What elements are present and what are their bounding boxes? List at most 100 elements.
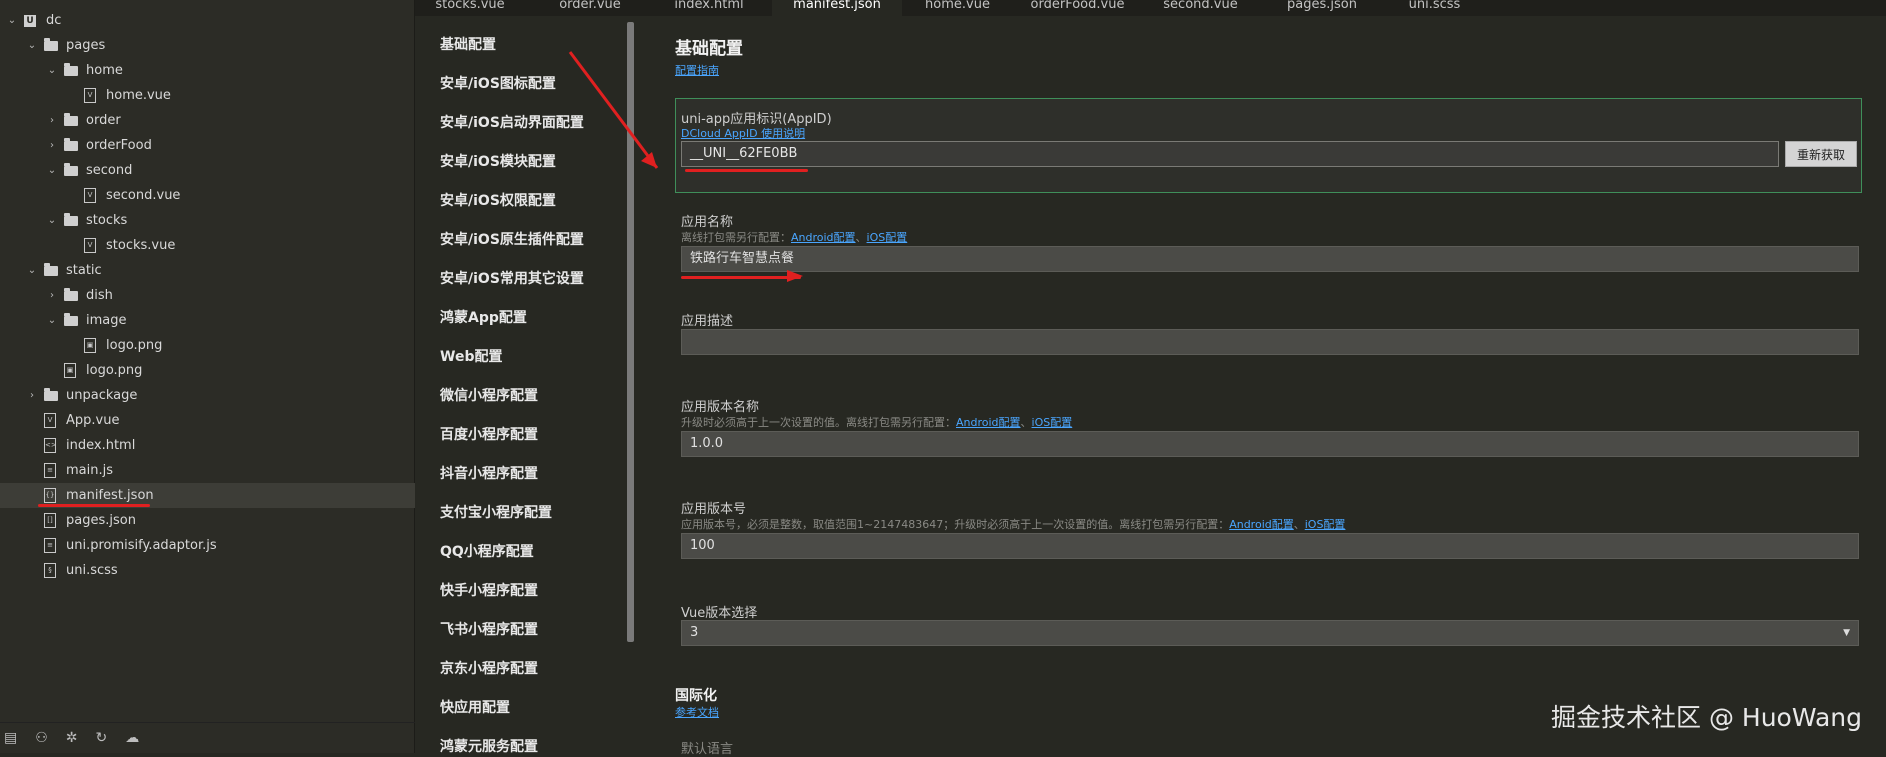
- vue-file-icon: V: [44, 413, 56, 428]
- version-code-ios-link[interactable]: iOS配置: [1305, 518, 1346, 531]
- chevron-right-icon[interactable]: ›: [46, 290, 58, 301]
- chevron-down-icon[interactable]: ⌄: [6, 15, 18, 26]
- tree-item[interactable]: ›Vhome.vue: [0, 83, 480, 108]
- folder-icon: [44, 37, 58, 51]
- tree-item[interactable]: ›≡uni.promisify.adaptor.js: [0, 533, 440, 558]
- extensions-icon[interactable]: ⚇: [35, 730, 48, 746]
- category-item[interactable]: 安卓/iOS模块配置: [440, 151, 556, 171]
- version-name-android-link[interactable]: Android配置: [956, 416, 1021, 429]
- chevron-down-icon[interactable]: ⌄: [26, 265, 38, 276]
- category-item[interactable]: 快手小程序配置: [440, 580, 538, 600]
- tab-manifest-json[interactable]: manifest.json: [772, 0, 902, 16]
- cloud-icon[interactable]: ☁: [125, 730, 139, 746]
- tree-item[interactable]: ›▣logo.png: [0, 358, 460, 383]
- tree-item[interactable]: ⌄ pages: [0, 33, 440, 58]
- category-menu-scrollbar[interactable]: [627, 22, 634, 642]
- tree-item[interactable]: ⌄ static: [0, 258, 440, 283]
- tree-item[interactable]: ⌄ Udc: [0, 8, 420, 33]
- js-file-icon: ≡: [44, 463, 56, 478]
- version-name-input[interactable]: 1.0.0: [681, 431, 1859, 457]
- tree-item-label: static: [66, 263, 102, 278]
- tree-item[interactable]: ›§uni.scss: [0, 558, 440, 583]
- chevron-right-icon[interactable]: ›: [26, 390, 38, 401]
- tab-home-vue[interactable]: home.vue: [905, 0, 1010, 16]
- appid-input[interactable]: __UNI__62FE0BB: [681, 141, 1779, 167]
- tree-item-label: second.vue: [106, 188, 181, 203]
- guide-link[interactable]: 配置指南: [675, 62, 719, 78]
- folder-icon: [64, 112, 78, 126]
- category-item[interactable]: 鸿蒙App配置: [440, 307, 527, 327]
- version-code-input[interactable]: 100: [681, 533, 1859, 559]
- file-explorer: ⌄ Udc ⌄ pages ⌄ home › Vhome.vue › order › orderFoo…: [0, 0, 440, 753]
- vue-file-icon: V: [84, 238, 96, 253]
- category-item[interactable]: 百度小程序配置: [440, 424, 538, 444]
- tab-pages-json[interactable]: pages.json: [1267, 0, 1377, 16]
- tree-item[interactable]: › order: [0, 108, 460, 133]
- tree-item[interactable]: ⌄ stocks: [0, 208, 460, 233]
- files-icon[interactable]: ▤: [4, 730, 17, 746]
- category-item[interactable]: 飞书小程序配置: [440, 619, 538, 639]
- category-item[interactable]: 安卓/iOS常用其它设置: [440, 268, 584, 288]
- appid-help-link[interactable]: DCloud AppID 使用说明: [681, 125, 805, 141]
- app-name-android-link[interactable]: Android配置: [791, 231, 856, 244]
- category-item[interactable]: 快应用配置: [440, 697, 510, 717]
- manifest-category-menu: 基础配置 安卓/iOS图标配置 安卓/iOS启动界面配置 安卓/iOS模块配置 安卓/i…: [415, 20, 627, 753]
- category-item[interactable]: QQ小程序配置: [440, 541, 534, 561]
- refetch-appid-button[interactable]: 重新获取: [1785, 141, 1857, 167]
- debug-icon[interactable]: ✲: [66, 730, 78, 746]
- category-item[interactable]: Web配置: [440, 346, 502, 366]
- app-desc-input[interactable]: [681, 329, 1859, 355]
- tree-item[interactable]: ›VApp.vue: [0, 408, 440, 433]
- tree-item[interactable]: › dish: [0, 283, 460, 308]
- tree-item[interactable]: › unpackage: [0, 383, 440, 408]
- app-name-ios-link[interactable]: iOS配置: [867, 231, 908, 244]
- source-control-icon[interactable]: ↻: [96, 730, 108, 746]
- tree-item-label: stocks: [86, 213, 128, 228]
- category-item[interactable]: 安卓/iOS图标配置: [440, 73, 556, 93]
- js-file-icon: ≡: [44, 538, 56, 553]
- version-code-android-link[interactable]: Android配置: [1229, 518, 1294, 531]
- tree-item[interactable]: › orderFood: [0, 133, 460, 158]
- tab-order-vue[interactable]: order.vue: [535, 0, 645, 16]
- tree-item-label: logo.png: [86, 363, 143, 378]
- tree-item[interactable]: ›<>index.html: [0, 433, 440, 458]
- category-item[interactable]: 抖音小程序配置: [440, 463, 538, 483]
- chevron-right-icon[interactable]: ›: [46, 140, 58, 151]
- tree-item[interactable]: ›[]pages.json: [0, 508, 440, 533]
- tree-item[interactable]: ⌄ second: [0, 158, 460, 183]
- tree-item[interactable]: ⌄ image: [0, 308, 460, 333]
- category-item[interactable]: 安卓/iOS启动界面配置: [440, 112, 584, 132]
- tree-item-label: home: [86, 63, 123, 78]
- category-item[interactable]: 基础配置: [440, 34, 496, 54]
- category-item[interactable]: 微信小程序配置: [440, 385, 538, 405]
- chevron-down-icon[interactable]: ⌄: [46, 65, 58, 76]
- i18n-doc-link[interactable]: 参考文档: [675, 704, 719, 720]
- tab-index-html[interactable]: index.html: [654, 0, 764, 16]
- category-item[interactable]: 安卓/iOS原生插件配置: [440, 229, 584, 249]
- chevron-down-icon[interactable]: ⌄: [26, 40, 38, 51]
- tree-item[interactable]: ›Vsecond.vue: [0, 183, 480, 208]
- category-item[interactable]: 京东小程序配置: [440, 658, 538, 678]
- version-name-ios-link[interactable]: iOS配置: [1032, 416, 1073, 429]
- chevron-down-icon[interactable]: ⌄: [46, 165, 58, 176]
- app-name-input[interactable]: 铁路行车智慧点餐: [681, 246, 1859, 272]
- tab-stocks-vue[interactable]: stocks.vue: [415, 0, 525, 16]
- app-desc-label: 应用描述: [681, 314, 734, 329]
- tab-orderFood-vue[interactable]: orderFood.vue: [1020, 0, 1135, 16]
- category-item[interactable]: 鸿蒙元服务配置: [440, 736, 538, 753]
- tree-item-label: dish: [86, 288, 113, 303]
- category-item[interactable]: 支付宝小程序配置: [440, 502, 552, 522]
- chevron-down-icon[interactable]: ⌄: [46, 215, 58, 226]
- tab-second-vue[interactable]: second.vue: [1143, 0, 1258, 16]
- tab-uni-scss[interactable]: uni.scss: [1387, 0, 1482, 16]
- tree-item-label: manifest.json: [66, 488, 154, 503]
- folder-icon: [64, 212, 78, 226]
- chevron-down-icon[interactable]: ⌄: [46, 315, 58, 326]
- chevron-right-icon[interactable]: ›: [46, 115, 58, 126]
- tree-item[interactable]: ›≡main.js: [0, 458, 440, 483]
- tree-item[interactable]: ›▣logo.png: [0, 333, 480, 358]
- vue-version-select[interactable]: 3 ▼: [681, 620, 1859, 646]
- tree-item[interactable]: ›Vstocks.vue: [0, 233, 480, 258]
- category-item[interactable]: 安卓/iOS权限配置: [440, 190, 556, 210]
- tree-item[interactable]: ⌄ home: [0, 58, 460, 83]
